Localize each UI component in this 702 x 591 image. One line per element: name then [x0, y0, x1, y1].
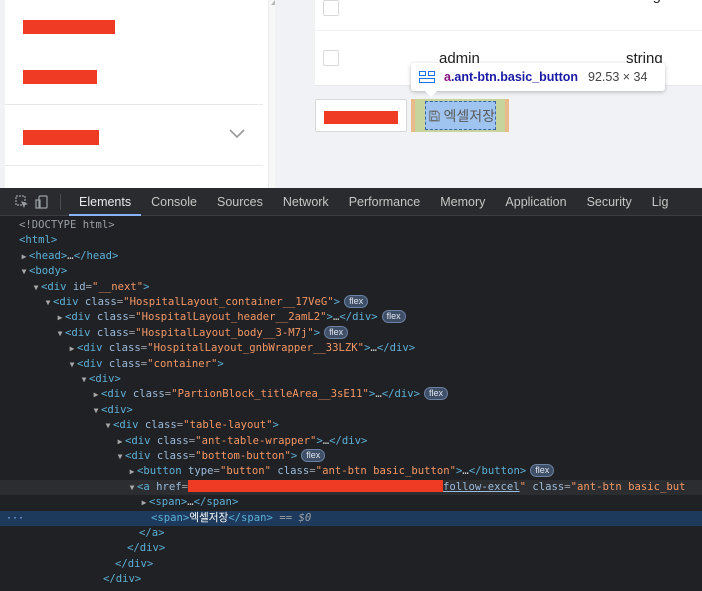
- flex-badge[interactable]: flex: [344, 295, 369, 308]
- collapse-triangle-icon[interactable]: ▼: [79, 372, 89, 387]
- flex-badge[interactable]: flex: [423, 387, 448, 401]
- dom-node-selected[interactable]: ··· <span>엑셀저장</span> == $0: [0, 510, 702, 526]
- tooltip-selector: a.ant-btn.basic_button: [444, 70, 579, 84]
- tab-lighthouse[interactable]: Lig: [642, 188, 679, 215]
- tab-network[interactable]: Network: [273, 188, 339, 215]
- tab-elements[interactable]: Elements: [69, 188, 142, 216]
- devtools-tabbar: Elements Console Sources Network Perform…: [0, 188, 702, 216]
- collapse-triangle-icon[interactable]: ▼: [91, 403, 101, 418]
- dom-node[interactable]: </div>: [0, 541, 702, 556]
- row-checkbox[interactable]: [323, 50, 339, 66]
- devtools-panel: Elements Console Sources Network Perform…: [0, 188, 702, 591]
- expand-triangle-icon[interactable]: ▶: [139, 495, 149, 510]
- redacted-label: [23, 70, 97, 84]
- tab-sources[interactable]: Sources: [207, 188, 273, 215]
- sidebar-item-3[interactable]: [5, 105, 263, 165]
- dom-node[interactable]: ▶ <div class="HospitalLayout_gnbWrapper__…: [0, 341, 702, 356]
- expand-triangle-icon[interactable]: ▶: [55, 310, 65, 325]
- collapse-triangle-icon[interactable]: ▼: [115, 449, 125, 464]
- dom-node[interactable]: </div>: [0, 572, 702, 587]
- dom-node[interactable]: ▼ <div class="table-layout">: [0, 418, 702, 433]
- tooltip-arrow: [424, 90, 438, 97]
- row-checkbox[interactable]: [323, 0, 339, 16]
- tab-console[interactable]: Console: [141, 188, 207, 215]
- excel-save-button[interactable]: 엑셀저장: [425, 101, 496, 130]
- page-viewport: admin2 sseugn admin string 엑셀저장: [0, 0, 702, 188]
- dom-node[interactable]: ▶ <div class="ant-table-wrapper">…</div>: [0, 434, 702, 449]
- dom-node[interactable]: </div>: [0, 557, 702, 572]
- device-toolbar-icon[interactable]: [32, 188, 52, 216]
- dom-node[interactable]: ▼ <div class="HospitalLayout_body__3-M7j"…: [0, 325, 702, 341]
- dom-node[interactable]: ▼ <div>: [0, 403, 702, 418]
- dom-node[interactable]: ▶ <div class="PartionBlock_titleArea__3sE…: [0, 387, 702, 402]
- collapse-triangle-icon[interactable]: ▼: [103, 418, 113, 433]
- sidebar-item-2[interactable]: [5, 52, 263, 104]
- collapse-triangle-icon[interactable]: ▼: [31, 280, 41, 295]
- expand-triangle-icon[interactable]: ▶: [127, 464, 137, 479]
- tab-security[interactable]: Security: [577, 188, 642, 215]
- basic-button[interactable]: [315, 99, 407, 132]
- dom-node[interactable]: </a>: [0, 526, 702, 541]
- sidebar-item-1[interactable]: [5, 0, 263, 52]
- save-icon: [429, 110, 440, 121]
- dom-node[interactable]: ▼ <div id="__next">: [0, 280, 702, 295]
- table-row[interactable]: admin2 sseugn: [315, 0, 702, 31]
- flex-layout-icon: [419, 71, 435, 83]
- collapse-triangle-icon[interactable]: ▼: [19, 264, 29, 279]
- table-cell: sseugn: [621, 0, 669, 4]
- flex-badge[interactable]: flex: [381, 310, 406, 324]
- collapse-triangle-icon[interactable]: ▼: [127, 480, 137, 495]
- table-cell: admin2: [436, 0, 485, 4]
- dom-node-anchor[interactable]: ▼ <a href= follow-excel" class="ant-btn ba…: [0, 479, 702, 496]
- tab-memory[interactable]: Memory: [430, 188, 495, 215]
- collapse-triangle-icon[interactable]: ▼: [67, 357, 77, 372]
- chevron-down-icon[interactable]: [227, 124, 247, 144]
- dom-node[interactable]: ▶ <div class="HospitalLayout_header__2amL…: [0, 310, 702, 325]
- dom-node[interactable]: ▼ <div class="container">: [0, 357, 702, 372]
- flex-badge[interactable]: flex: [324, 325, 349, 339]
- collapse-triangle-icon[interactable]: ▼: [43, 295, 53, 310]
- expand-triangle-icon[interactable]: ▶: [91, 387, 101, 402]
- expand-triangle-icon[interactable]: ▶: [115, 434, 125, 449]
- dom-node[interactable]: ▶ <span>…</span>: [0, 495, 702, 510]
- redacted-label: [23, 20, 115, 34]
- redacted-label: [324, 111, 398, 124]
- sidebar: [5, 0, 280, 188]
- tooltip-size: 92.53 × 34: [588, 70, 648, 84]
- dom-tree: <!DOCTYPE html> <html> ▶ <head>…</head> ▼…: [0, 218, 702, 591]
- expand-triangle-icon[interactable]: ▶: [67, 341, 77, 356]
- dom-node[interactable]: ▶ <head>…</head>: [0, 249, 702, 264]
- flex-badge[interactable]: flex: [530, 464, 555, 478]
- dom-node[interactable]: <html>: [0, 233, 702, 248]
- dom-node[interactable]: ▼ <div class="bottom-button"> flex: [0, 449, 702, 464]
- dom-node[interactable]: ▼ <body>: [0, 264, 702, 279]
- inspect-element-icon[interactable]: [12, 188, 32, 216]
- dom-node[interactable]: ▶ <button type="button" class="ant-btn ba…: [0, 464, 702, 479]
- tab-application[interactable]: Application: [495, 188, 576, 215]
- sidebar-divider: [5, 165, 263, 166]
- dom-node[interactable]: <!DOCTYPE html>: [0, 218, 702, 233]
- inspect-tooltip: a.ant-btn.basic_button 92.53 × 34: [411, 63, 665, 91]
- excel-save-label: 엑셀저장: [443, 107, 495, 124]
- dom-node[interactable]: ▼ <div>: [0, 372, 702, 387]
- redacted-href: [188, 479, 444, 492]
- flex-badge[interactable]: flex: [301, 449, 326, 462]
- collapse-triangle-icon[interactable]: ▼: [55, 326, 65, 341]
- redacted-label: [23, 130, 99, 145]
- dom-node[interactable]: ▼ <div class="HospitalLayout_container__1…: [0, 295, 702, 310]
- main-content: admin2 sseugn admin string: [275, 0, 702, 188]
- expand-triangle-icon[interactable]: ▶: [19, 249, 29, 264]
- tab-performance[interactable]: Performance: [339, 188, 431, 215]
- more-dots-icon[interactable]: ···: [6, 511, 24, 526]
